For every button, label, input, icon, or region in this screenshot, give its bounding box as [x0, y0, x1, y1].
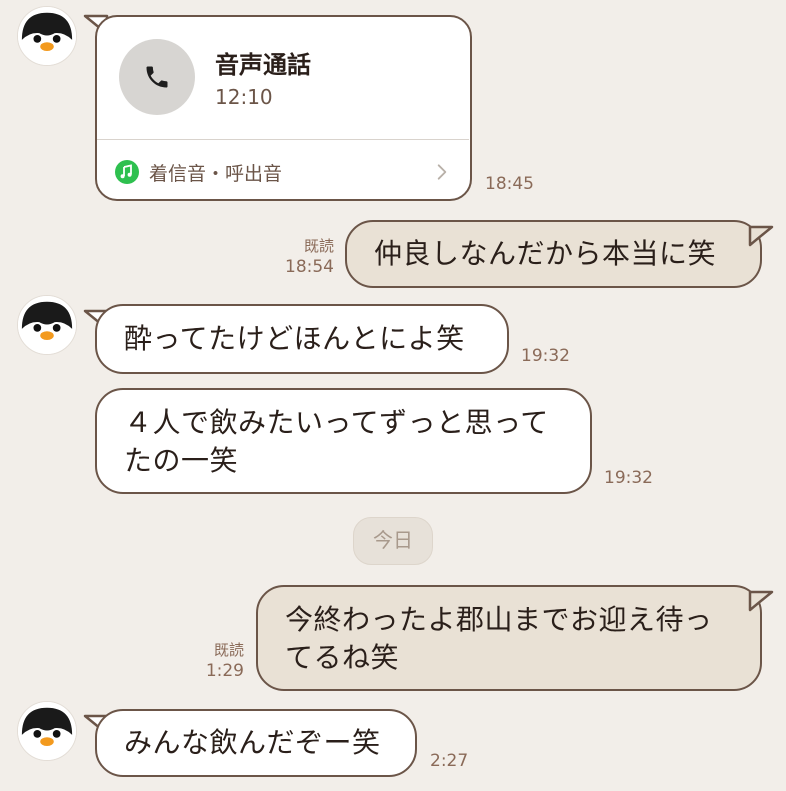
- avatar[interactable]: [17, 295, 77, 355]
- chevron-right-icon: [437, 164, 447, 180]
- date-separator: 今日: [353, 517, 433, 565]
- message-text-line: てるね笑: [285, 641, 400, 674]
- penguin-avatar-icon: [18, 7, 76, 65]
- message-text-line: たの一笑: [124, 444, 239, 477]
- call-divider: [97, 139, 469, 140]
- bubble-tail: [748, 590, 774, 612]
- bubble-tail: [748, 225, 774, 247]
- incoming-message[interactable]: ４人で飲みたいってずっと思って たの一笑: [95, 388, 592, 494]
- message-text: 酔ってたけどほんとによ笑: [124, 322, 465, 355]
- read-receipt: 既読 1:29: [205, 641, 244, 681]
- call-icon-circle: [119, 39, 195, 115]
- message-text: 仲良しなんだから本当に笑: [374, 237, 717, 270]
- message-time: 19:32: [604, 468, 653, 488]
- music-icon: [115, 160, 139, 184]
- message-text-line: ４人で飲みたいってずっと思って: [124, 406, 549, 439]
- message-text-line: 今終わったよ郡山までお迎え待っ: [285, 603, 713, 636]
- incoming-message[interactable]: みんな飲んだぞー笑: [95, 709, 417, 777]
- message-time: 19:32: [521, 346, 570, 366]
- avatar[interactable]: [17, 6, 77, 66]
- phone-icon: [146, 66, 168, 88]
- penguin-avatar-icon: [18, 296, 76, 354]
- message-time: 2:27: [430, 751, 469, 771]
- avatar[interactable]: [17, 701, 77, 761]
- penguin-avatar-icon: [18, 702, 76, 760]
- message-time: 18:45: [485, 174, 534, 194]
- incoming-message[interactable]: 酔ってたけどほんとによ笑: [95, 304, 509, 374]
- ringtone-link[interactable]: 着信音・呼出音: [149, 159, 282, 186]
- voice-call-card[interactable]: 音声通話 12:10 着信音・呼出音: [95, 15, 472, 201]
- call-title: 音声通話: [215, 51, 311, 79]
- message-text: みんな飲んだぞー笑: [124, 726, 381, 759]
- outgoing-message[interactable]: 仲良しなんだから本当に笑: [345, 220, 762, 288]
- read-receipt: 既読 18:54: [285, 237, 334, 277]
- call-duration: 12:10: [215, 85, 273, 109]
- outgoing-message[interactable]: 今終わったよ郡山までお迎え待っ てるね笑: [256, 585, 762, 691]
